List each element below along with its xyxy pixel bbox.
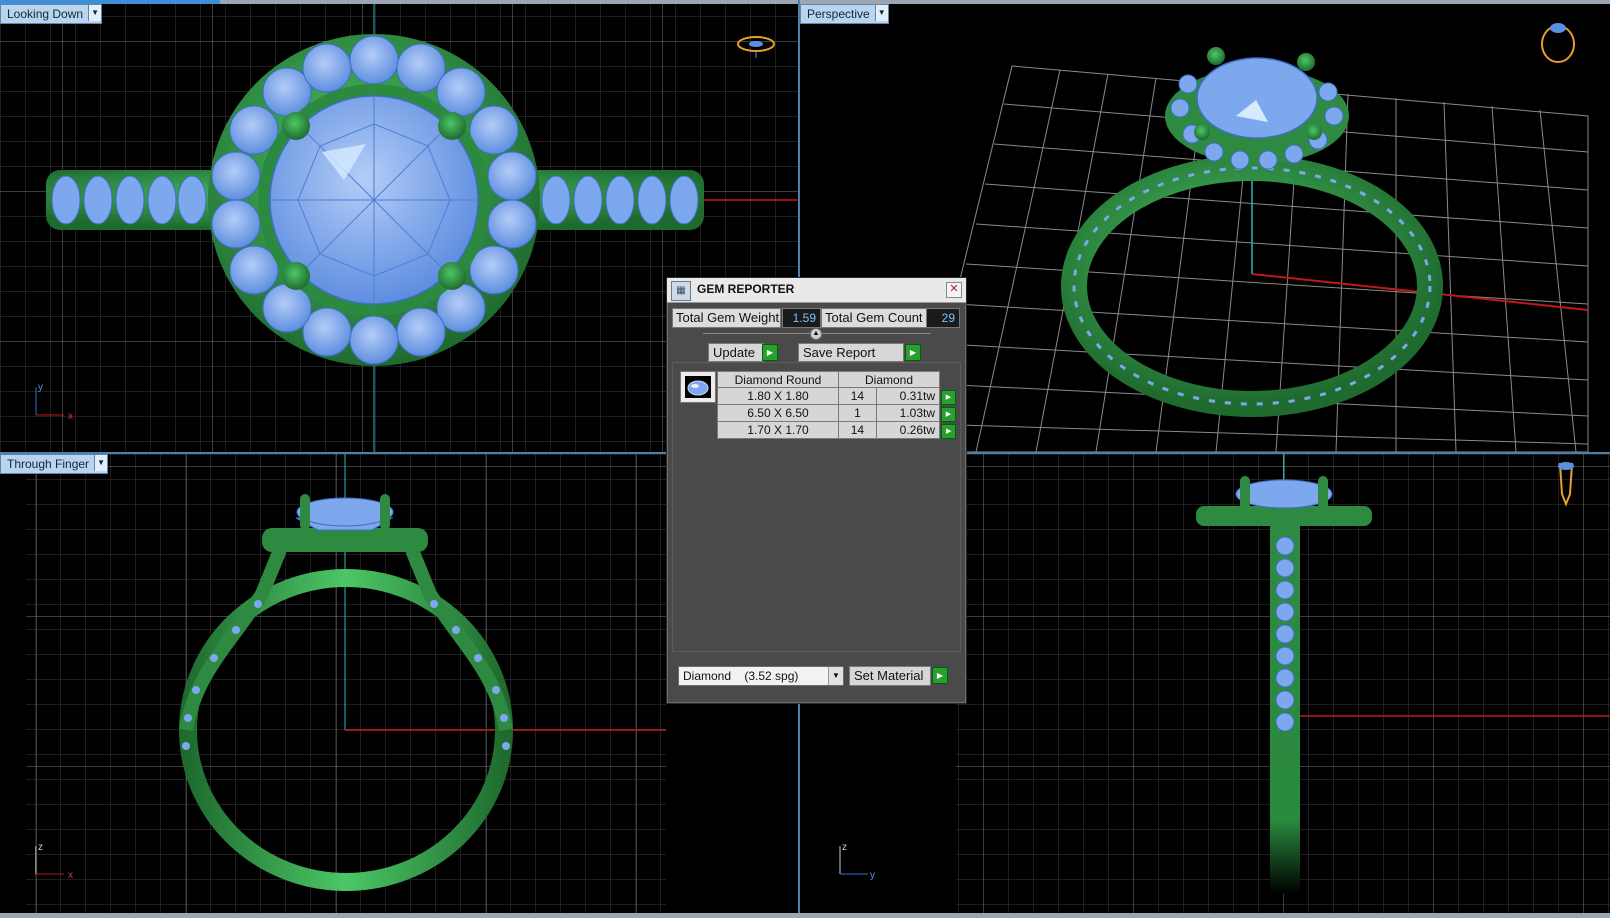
axis-z-label: z (38, 842, 43, 853)
chevron-down-icon[interactable]: ▼ (828, 667, 843, 685)
total-gem-weight-label: Total Gem Weight (672, 308, 781, 328)
gem-weight: 1.03tw (875, 404, 941, 422)
material-select-value: Diamond (3.52 spg) (683, 669, 799, 683)
select-gem-play-icon[interactable]: ▶ (941, 423, 957, 439)
gem-table: Diamond Round Diamond 1.80 X 1.80 14 0.3… (717, 371, 957, 439)
gem-size: 1.70 X 1.70 (717, 421, 839, 439)
set-material-button[interactable]: Set Material (849, 666, 931, 686)
dialog-title: GEM REPORTER (697, 282, 795, 296)
table-row[interactable]: 6.50 X 6.50 1 1.03tw ▶ (717, 404, 957, 422)
gem-size: 1.80 X 1.80 (717, 387, 839, 405)
save-report-button[interactable]: Save Report (798, 343, 904, 362)
material-select[interactable]: Diamond (3.52 spg) ▼ (678, 666, 844, 686)
gem-table-header: Diamond Round Diamond (717, 371, 957, 388)
gem-count: 1 (838, 404, 877, 422)
save-report-play-icon[interactable]: ▶ (905, 344, 921, 361)
axis-y-label: y (870, 870, 875, 881)
update-button[interactable]: Update (708, 343, 764, 362)
gem-reporter-dialog[interactable]: ▦ GEM REPORTER ✕ Total Gem Weight 1.59 T… (666, 277, 967, 704)
window-bottom-strip (0, 913, 1610, 918)
chevron-down-icon[interactable]: ▼ (88, 5, 102, 21)
gem-size: 6.50 X 6.50 (717, 404, 839, 422)
set-material-play-icon[interactable]: ▶ (932, 667, 948, 684)
close-icon[interactable]: ✕ (946, 282, 962, 298)
axis-y-label: y (38, 382, 43, 393)
select-gem-play-icon[interactable]: ▶ (941, 406, 956, 422)
total-gem-weight-value: 1.59 (782, 308, 821, 328)
viewport-label-text: Perspective (807, 7, 870, 21)
gem-count: 14 (838, 421, 877, 439)
ring-orientation-icon[interactable] (1541, 23, 1575, 63)
diamond-icon (687, 380, 709, 396)
set-material-button-label: Set Material (854, 668, 924, 683)
chevron-down-icon[interactable]: ▼ (874, 5, 888, 21)
table-row[interactable]: 1.80 X 1.80 14 0.31tw ▶ (717, 387, 957, 405)
gem-thumbnail[interactable] (680, 371, 716, 403)
total-gem-count-value: 29 (926, 308, 960, 328)
gem-weight: 0.26tw (875, 421, 941, 439)
gem-reporter-icon: ▦ (671, 281, 691, 301)
save-report-button-label: Save Report (803, 345, 876, 360)
collapse-toggle-icon[interactable]: ▲ (810, 328, 822, 340)
chevron-down-icon[interactable]: ▼ (94, 455, 108, 471)
viewport-label-perspective[interactable]: Perspective ▼ (800, 4, 889, 24)
total-gem-count-label: Total Gem Count (821, 308, 927, 328)
viewport-label-text: Through Finger (7, 457, 90, 471)
axis-x-label: x (68, 411, 73, 422)
viewport-label-through-finger[interactable]: Through Finger ▼ (0, 454, 109, 474)
viewport-label-text: Looking Down (7, 7, 84, 21)
viewport-label-looking-down[interactable]: Looking Down ▼ (0, 4, 103, 24)
axis-x-label: x (68, 870, 73, 881)
dialog-titlebar[interactable]: ▦ GEM REPORTER ✕ (667, 278, 966, 303)
column-header-shape: Diamond Round (717, 371, 839, 388)
update-play-icon[interactable]: ▶ (762, 344, 778, 361)
gem-count: 14 (838, 387, 877, 405)
gem-list-panel: Diamond Round Diamond 1.80 X 1.80 14 0.3… (672, 362, 961, 652)
column-header-material: Diamond (838, 371, 940, 388)
select-gem-play-icon[interactable]: ▶ (941, 389, 956, 405)
gem-weight: 0.31tw (875, 387, 941, 405)
axis-z-label: z (842, 842, 847, 853)
table-row[interactable]: 1.70 X 1.70 14 0.26tw ▶ (717, 421, 957, 439)
update-button-label: Update (713, 345, 755, 360)
